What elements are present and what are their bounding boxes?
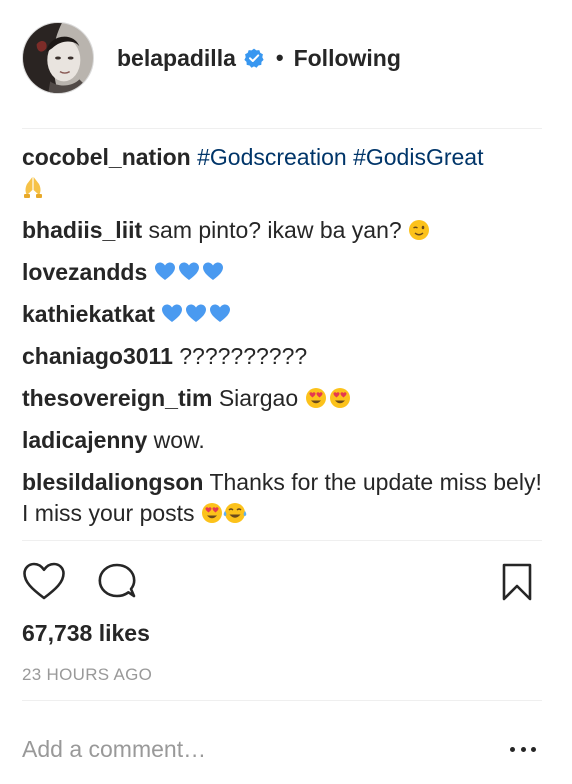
comment-text: ?????????? [179, 343, 308, 369]
comment: blesildaliongson Thanks for the update m… [22, 467, 542, 529]
comment: lovezandds [22, 257, 542, 288]
comment-username[interactable]: thesovereign_tim [22, 385, 212, 411]
verified-badge-icon [244, 48, 264, 68]
comment-username[interactable]: ladicajenny [22, 427, 147, 453]
comment: cocobel_nation #Godscreation #GodisGreat [22, 142, 542, 204]
bookmark-icon [502, 563, 532, 601]
tears-of-joy-face-emoji-icon [223, 502, 247, 524]
comment: thesovereign_tim Siargao [22, 383, 542, 414]
likes-count[interactable]: 67,738 likes [22, 620, 150, 647]
dot [520, 746, 526, 752]
comment-button[interactable] [96, 562, 138, 609]
heart-eyes-face-emoji-icon [305, 387, 351, 409]
blue-heart-emoji-icon [154, 261, 226, 283]
divider [22, 700, 542, 701]
post-header: belapadilla • Following [22, 22, 542, 94]
comment-username[interactable]: cocobel_nation [22, 144, 191, 170]
comment-username[interactable]: chaniago3011 [22, 343, 173, 369]
comment-username[interactable]: bhadiis_liit [22, 217, 142, 243]
blue-heart-emoji-icon [161, 303, 233, 325]
comment-username[interactable]: blesildaliongson [22, 469, 203, 495]
winking-face-emoji-icon [408, 219, 430, 241]
action-bar [22, 560, 542, 604]
comment-hashtags[interactable]: #Godscreation #GodisGreat [197, 144, 483, 170]
following-button[interactable]: Following [294, 45, 401, 72]
avatar[interactable] [22, 22, 94, 94]
dot [531, 746, 536, 752]
comment: bhadiis_liit sam pinto? ikaw ba yan? [22, 215, 542, 246]
post-timestamp: 23 HOURS AGO [22, 665, 153, 684]
more-options-icon[interactable] [510, 742, 536, 756]
comments-list: cocobel_nation #Godscreation #GodisGreat… [22, 142, 542, 529]
header-text: belapadilla • Following [117, 45, 401, 72]
comment-text: wow. [153, 427, 205, 453]
comment-username[interactable]: kathiekatkat [22, 301, 155, 327]
post-username[interactable]: belapadilla [117, 45, 236, 72]
comment-text: sam pinto? ikaw ba yan? [148, 217, 402, 243]
dot [510, 746, 515, 752]
divider [22, 540, 542, 541]
comment: chaniago3011 ?????????? [22, 341, 542, 372]
comment-icon [98, 563, 136, 598]
comment: ladicajenny wow. [22, 425, 542, 456]
save-button[interactable] [500, 562, 534, 607]
comment-text: Siargao [218, 385, 299, 411]
divider [22, 128, 542, 129]
comment-username[interactable]: lovezandds [22, 259, 147, 285]
heart-eyes-face-emoji-icon [201, 502, 223, 524]
like-button[interactable] [22, 562, 66, 607]
heart-icon [23, 562, 65, 600]
separator-dot: • [275, 45, 284, 70]
add-comment-input[interactable] [22, 730, 492, 768]
comment: kathiekatkat [22, 299, 542, 330]
folded-hands-emoji-icon [22, 175, 44, 199]
